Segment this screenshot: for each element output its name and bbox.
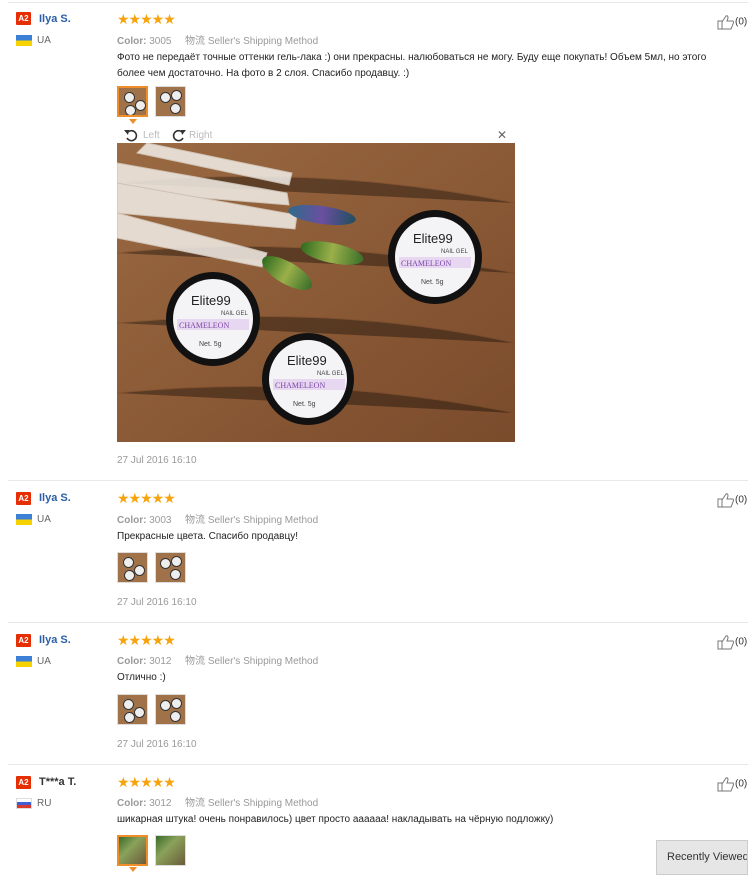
rotate-left-button[interactable]: Left — [123, 128, 160, 142]
gel-jar: Elite99 NAIL GEL CHAMELEON Net. 5g — [388, 210, 482, 304]
shipping-label: 物流 — [185, 36, 206, 47]
gel-jar: Elite99 NAIL GEL CHAMELEON Net. 5g — [166, 272, 260, 366]
review-text: Прекрасные цвета. Спасибо продавцу! — [117, 531, 298, 542]
shipping-method: Seller's Shipping Method — [207, 36, 319, 47]
review-meta: Color: 3012 物流 Seller's Shipping Method — [117, 794, 318, 809]
helpful-count: (0) — [735, 16, 748, 28]
svg-text:Net. 5g: Net. 5g — [421, 279, 444, 286]
buyer-name[interactable]: T***a T. — [39, 776, 76, 788]
svg-text:CHAMELEON: CHAMELEON — [401, 259, 451, 268]
svg-text:NAIL GEL: NAIL GEL — [441, 249, 468, 255]
buyer-country: RU — [37, 798, 52, 809]
color-label: Color: — [117, 798, 147, 809]
color-value: 3005 — [149, 36, 172, 47]
review-meta: Color: 3003 物流 Seller's Shipping Method — [117, 511, 318, 526]
color-value: 3012 — [149, 656, 172, 667]
thumbs-up-icon — [717, 635, 734, 650]
star-rating: ★★★★★ — [117, 11, 176, 27]
buyer-level-badge: A2 — [16, 12, 31, 25]
review-meta: Color: 3012 物流 Seller's Shipping Method — [117, 652, 318, 667]
buyer-name[interactable]: Ilya S. — [39, 634, 71, 646]
review-photo-thumbnail[interactable] — [117, 835, 148, 866]
rotate-left-label: Left — [143, 129, 160, 141]
buyer-country: UA — [37, 514, 51, 525]
thumbs-up-icon — [717, 777, 734, 792]
color-label: Color: — [117, 36, 147, 47]
buyer-name[interactable]: Ilya S. — [39, 492, 71, 504]
shipping-label: 物流 — [185, 515, 206, 526]
helpful-button[interactable]: (0) — [717, 492, 747, 508]
helpful-count: (0) — [735, 494, 748, 506]
svg-text:NAIL GEL: NAIL GEL — [221, 311, 248, 317]
shipping-method: Seller's Shipping Method — [207, 798, 319, 809]
review-photo-thumbnail[interactable] — [117, 86, 148, 117]
rotate-right-label: Right — [189, 129, 213, 141]
review-divider — [8, 622, 748, 623]
review-photo-thumbnail[interactable] — [155, 835, 186, 866]
country-flag-icon — [16, 798, 32, 809]
review-divider — [8, 480, 748, 481]
color-label: Color: — [117, 515, 147, 526]
review-photo-thumbnail[interactable] — [117, 552, 148, 583]
shipping-method: Seller's Shipping Method — [207, 515, 319, 526]
photo-viewer: Left Right ✕ Elite99 NAIL GEL CHAMELEON … — [117, 127, 515, 442]
shipping-label: 物流 — [185, 656, 206, 667]
color-label: Color: — [117, 656, 147, 667]
helpful-button[interactable]: (0) — [717, 634, 747, 650]
selected-pointer-icon — [129, 867, 137, 872]
country-flag-icon — [16, 656, 32, 667]
buyer-level-badge: A2 — [16, 492, 31, 505]
star-rating: ★★★★★ — [117, 490, 176, 506]
helpful-button[interactable]: (0) — [717, 14, 747, 30]
svg-text:NAIL GEL: NAIL GEL — [317, 371, 344, 377]
helpful-button[interactable]: (0) — [717, 776, 747, 792]
gel-jar: Elite99 NAIL GEL CHAMELEON Net. 5g — [262, 333, 354, 425]
color-value: 3003 — [149, 515, 172, 526]
shipping-label: 物流 — [185, 798, 206, 809]
thumbs-up-icon — [717, 493, 734, 508]
thumbs-up-icon — [717, 15, 734, 30]
viewer-toolbar: Left Right ✕ — [117, 127, 515, 143]
review-photo-large[interactable]: Elite99 NAIL GEL CHAMELEON Net. 5g Elite… — [117, 143, 515, 442]
review-divider — [8, 764, 748, 765]
country-flag-icon — [16, 514, 32, 525]
svg-text:CHAMELEON: CHAMELEON — [275, 381, 325, 390]
selected-pointer-icon — [129, 119, 137, 124]
recently-viewed-button[interactable]: Recently Viewed — [656, 840, 748, 875]
svg-text:Elite99: Elite99 — [191, 293, 231, 308]
buyer-level-badge: A2 — [16, 634, 31, 647]
review-meta: Color: 3005 物流 Seller's Shipping Method — [117, 32, 318, 47]
rotate-right-button[interactable]: Right — [169, 128, 212, 142]
review-photo-thumbnail[interactable] — [117, 694, 148, 725]
helpful-count: (0) — [735, 778, 748, 790]
review-date: 27 Jul 2016 16:10 — [117, 455, 197, 466]
buyer-name[interactable]: Ilya S. — [39, 13, 71, 25]
close-viewer-icon[interactable]: ✕ — [497, 128, 507, 142]
review-text: шикарная штука! очень понравилось) цвет … — [117, 814, 554, 825]
helpful-count: (0) — [735, 636, 748, 648]
review-photo-thumbnail[interactable] — [155, 552, 186, 583]
color-value: 3012 — [149, 798, 172, 809]
review-photo-thumbnail[interactable] — [155, 86, 186, 117]
review-photo-thumbnail[interactable] — [155, 694, 186, 725]
buyer-level-badge: A2 — [16, 776, 31, 789]
review-divider — [8, 2, 748, 3]
svg-text:Net. 5g: Net. 5g — [199, 341, 222, 348]
review-text: Отлично :) — [117, 672, 166, 683]
review-date: 27 Jul 2016 16:10 — [117, 739, 197, 750]
review-text: Фото не передаёт точные оттенки гель-лак… — [117, 52, 707, 79]
star-rating: ★★★★★ — [117, 774, 176, 790]
star-rating: ★★★★★ — [117, 632, 176, 648]
rotate-left-icon — [124, 129, 138, 142]
rotate-right-icon — [172, 129, 186, 142]
svg-text:CHAMELEON: CHAMELEON — [179, 321, 229, 330]
buyer-country: UA — [37, 656, 51, 667]
country-flag-icon — [16, 35, 32, 46]
shipping-method: Seller's Shipping Method — [207, 656, 319, 667]
buyer-country: UA — [37, 35, 51, 46]
svg-text:Net. 5g: Net. 5g — [293, 401, 316, 408]
review-date: 27 Jul 2016 16:10 — [117, 597, 197, 608]
svg-text:Elite99: Elite99 — [287, 353, 327, 368]
svg-text:Elite99: Elite99 — [413, 231, 453, 246]
